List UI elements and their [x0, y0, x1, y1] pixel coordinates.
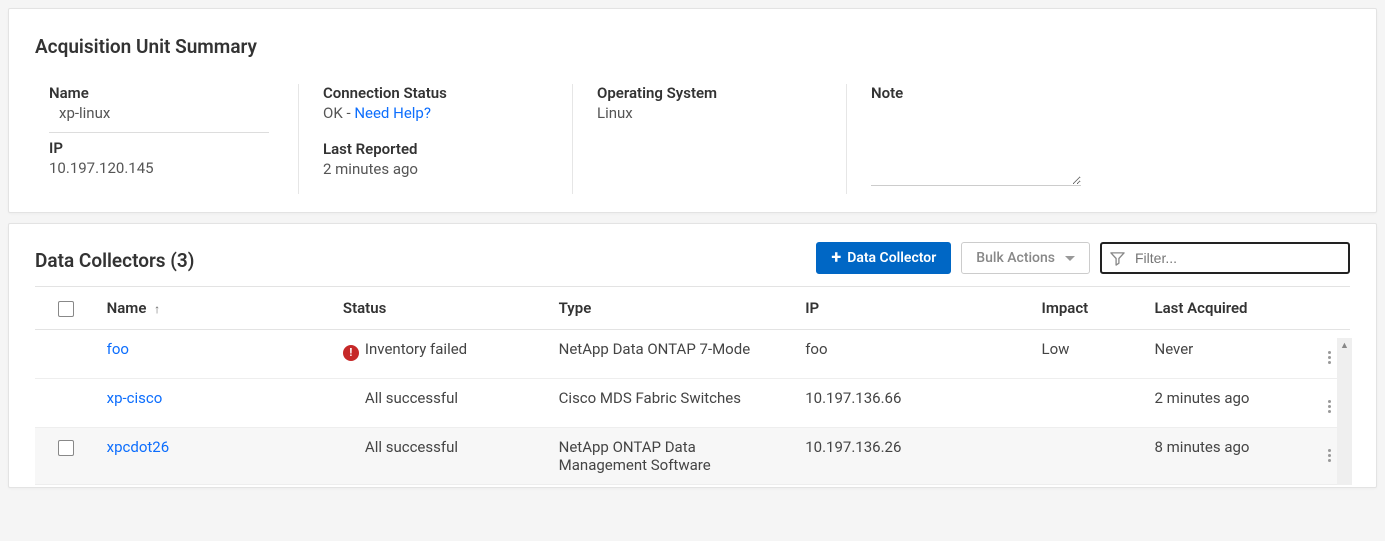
summary-col-name-ip: Name xp-linux IP 10.197.120.145	[49, 84, 299, 194]
header-impact[interactable]: Impact	[1032, 287, 1145, 330]
row-name-cell: xpcdot26	[97, 428, 333, 485]
error-icon: !	[343, 345, 359, 361]
header-name[interactable]: Name ↑	[97, 287, 333, 330]
row-status-cell: All successful	[333, 379, 549, 428]
row-checkbox[interactable]	[58, 440, 74, 456]
data-collectors-title: Data Collectors (3)	[35, 245, 806, 272]
row-status-text: All successful	[343, 438, 458, 456]
header-ip[interactable]: IP	[795, 287, 1031, 330]
conn-status-value: OK - Need Help?	[323, 104, 548, 122]
chevron-down-icon	[1065, 250, 1075, 266]
row-ip-cell: foo	[795, 330, 1031, 379]
collector-name-link[interactable]: foo	[107, 340, 129, 358]
summary-col-note: Note	[871, 84, 1326, 194]
header-actions	[1309, 287, 1350, 330]
row-checkbox-cell	[35, 428, 97, 485]
header-last-acquired[interactable]: Last Acquired	[1145, 287, 1309, 330]
select-all-checkbox[interactable]	[58, 301, 74, 317]
row-status-text: Inventory failed	[365, 340, 467, 358]
conn-status-ok: OK -	[323, 104, 354, 122]
header-checkbox-cell	[35, 287, 97, 330]
header-type[interactable]: Type	[549, 287, 796, 330]
summary-panel: Acquisition Unit Summary Name xp-linux I…	[8, 8, 1377, 213]
row-impact-cell	[1032, 379, 1145, 428]
last-reported-label: Last Reported	[323, 140, 548, 158]
row-type-cell: NetApp Data ONTAP 7-Mode	[549, 330, 796, 379]
table-wrapper: Name ↑ Status Type IP Impact Last Acquir…	[35, 286, 1350, 485]
row-checkbox-cell	[35, 330, 97, 379]
row-name-cell: xp-cisco	[97, 379, 333, 428]
summary-title: Acquisition Unit Summary	[35, 35, 1350, 58]
add-data-collector-button[interactable]: + Data Collector	[816, 242, 951, 274]
table-row[interactable]: foo! Inventory failed NetApp Data ONTAP 7-…	[35, 330, 1350, 379]
collector-name-link[interactable]: xp-cisco	[107, 389, 163, 407]
summary-col-os: Operating System Linux	[597, 84, 847, 194]
need-help-link[interactable]: Need Help?	[354, 104, 431, 122]
summary-grid: Name xp-linux IP 10.197.120.145 Connecti…	[35, 84, 1350, 194]
summary-col-connection: Connection Status OK - Need Help? Last R…	[323, 84, 573, 194]
os-label: Operating System	[597, 84, 822, 102]
row-ip-cell: 10.197.136.26	[795, 428, 1031, 485]
row-last-acquired-cell: Never	[1145, 330, 1309, 379]
row-actions-menu[interactable]	[1324, 445, 1335, 466]
collector-name-link[interactable]: xpcdot26	[107, 438, 170, 456]
row-checkbox-cell	[35, 379, 97, 428]
filter-input[interactable]	[1133, 249, 1340, 267]
scroll-up-icon: ▲	[1340, 340, 1349, 351]
header-name-label: Name	[107, 299, 147, 317]
add-data-collector-label: Data Collector	[847, 250, 936, 266]
name-label: Name	[49, 84, 274, 102]
table-row[interactable]: xp-cisco All successful Cisco MDS Fabric S…	[35, 379, 1350, 428]
filter-box[interactable]	[1100, 242, 1350, 274]
name-divider	[49, 132, 269, 133]
conn-status-label: Connection Status	[323, 84, 548, 102]
row-last-acquired-cell: 2 minutes ago	[1145, 379, 1309, 428]
row-status-cell: All successful	[333, 428, 549, 485]
filter-icon	[1110, 251, 1125, 266]
sort-asc-icon: ↑	[154, 302, 160, 316]
last-reported-value: 2 minutes ago	[323, 160, 548, 178]
row-status-text: All successful	[343, 389, 458, 407]
row-type-cell: Cisco MDS Fabric Switches	[549, 379, 796, 428]
row-impact-cell: Low	[1032, 330, 1145, 379]
os-value: Linux	[597, 104, 822, 122]
vertical-scrollbar[interactable]: ▲	[1337, 338, 1352, 485]
row-type-cell: NetApp ONTAP Data Management Software	[549, 428, 796, 485]
data-collectors-panel: Data Collectors (3) + Data Collector Bul…	[8, 223, 1377, 488]
bulk-actions-button[interactable]: Bulk Actions	[961, 242, 1090, 274]
data-collectors-header: Data Collectors (3) + Data Collector Bul…	[35, 242, 1350, 274]
header-status[interactable]: Status	[333, 287, 549, 330]
row-impact-cell	[1032, 428, 1145, 485]
ip-label: IP	[49, 139, 274, 157]
bulk-actions-label: Bulk Actions	[976, 250, 1055, 266]
row-name-cell: foo	[97, 330, 333, 379]
data-collectors-table: Name ↑ Status Type IP Impact Last Acquir…	[35, 286, 1350, 485]
plus-icon: +	[831, 249, 841, 267]
row-ip-cell: 10.197.136.66	[795, 379, 1031, 428]
note-textarea[interactable]	[871, 102, 1081, 186]
row-actions-menu[interactable]	[1324, 347, 1335, 368]
row-actions-menu[interactable]	[1324, 396, 1335, 417]
ip-value: 10.197.120.145	[49, 159, 274, 177]
table-row[interactable]: xpcdot26 All successful NetApp ONTAP Data …	[35, 428, 1350, 485]
note-label: Note	[871, 84, 1302, 102]
row-status-cell: ! Inventory failed	[333, 330, 549, 379]
row-last-acquired-cell: 8 minutes ago	[1145, 428, 1309, 485]
table-header-row: Name ↑ Status Type IP Impact Last Acquir…	[35, 287, 1350, 330]
name-value: xp-linux	[49, 104, 274, 122]
